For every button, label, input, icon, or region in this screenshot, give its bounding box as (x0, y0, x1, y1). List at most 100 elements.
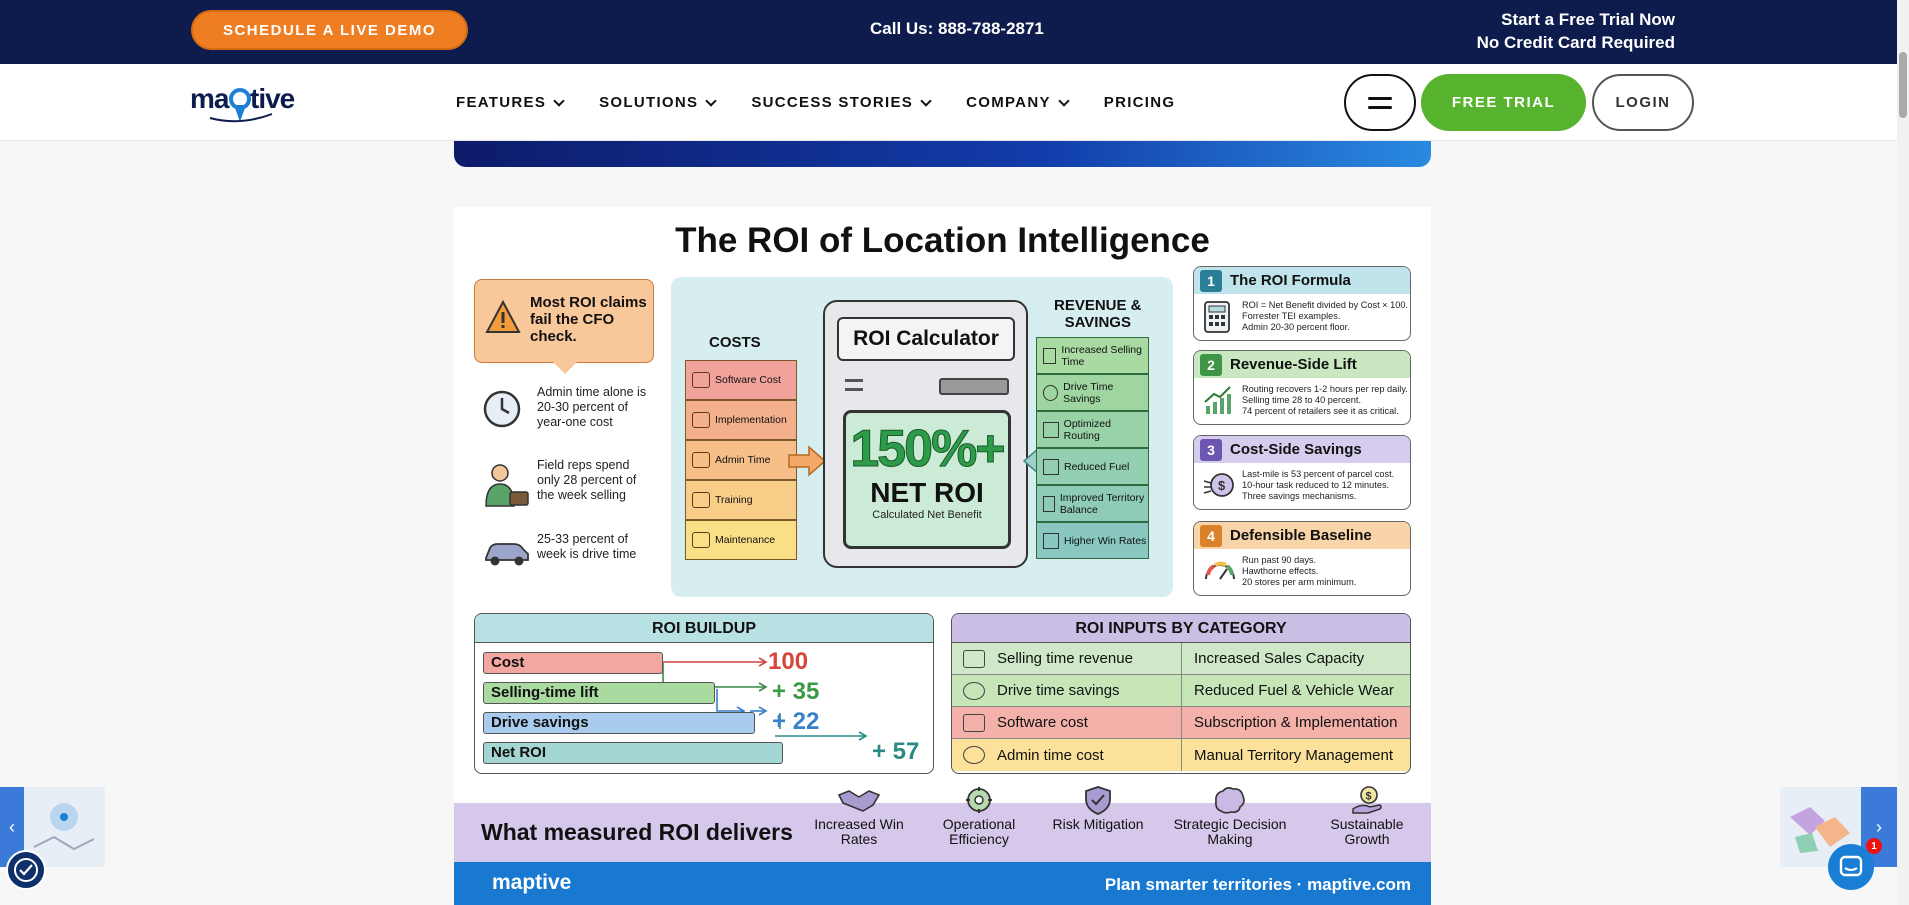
logo-graphic: ma tive (190, 83, 296, 123)
buildup-bar-label: Cost (491, 654, 525, 671)
buildup-bar: Drive savings (483, 712, 755, 734)
nav-pricing-label: PRICING (1103, 94, 1176, 111)
page-scrollbar[interactable] (1897, 0, 1909, 905)
buildup-bar: Selling-time lift (483, 682, 715, 704)
scrollbar-thumb[interactable] (1899, 52, 1907, 118)
cash-icon (963, 649, 985, 668)
cost-block: Implementation (685, 400, 797, 440)
free-trial-promo[interactable]: Start a Free Trial Now No Credit Card Re… (1477, 8, 1675, 54)
gear-arrow-icon (966, 787, 992, 813)
trial-line-1: Start a Free Trial Now (1501, 10, 1675, 29)
card-header: 3 Cost-Side Savings (1194, 436, 1410, 463)
roi-delivers-band: What measured ROI delivers Increased Win… (454, 786, 1431, 862)
fact-text: 25-33 percent of week is drive time (537, 532, 637, 561)
deliver-risk-mitigation: Risk Mitigation (1043, 785, 1153, 832)
roi-formula-card: 1 The ROI Formula ROI = Net Benefit divid… (1193, 266, 1411, 341)
main-nav: ma tive FEATURES SOLUTIONS SUCCESS STORI… (0, 64, 1897, 141)
nav-features-label: FEATURES (456, 94, 547, 111)
card-body: Routing recovers 1-2 hours per rep daily… (1242, 384, 1408, 417)
schedule-demo-button[interactable]: SCHEDULE A LIVE DEMO (191, 10, 468, 50)
sales-rep-icon (485, 464, 529, 507)
inputs-row: Software cost Subscription & Implementati… (952, 707, 1410, 739)
nav-features[interactable]: FEATURES (456, 94, 565, 111)
inputs-left: Software cost (997, 714, 1088, 731)
balance-scale-icon (1043, 495, 1055, 512)
maptive-logo[interactable]: ma tive (190, 82, 300, 134)
stopwatch-icon (692, 452, 710, 468)
trophy-icon (1043, 532, 1059, 549)
calculator-screen: 150%+ NET ROI Calculated Net Benefit (843, 410, 1011, 549)
deliver-efficiency: Operational Efficiency (924, 785, 1034, 847)
net-roi-label: NET ROI (870, 477, 984, 508)
revenue-item-label: Increased Selling Time (1061, 343, 1142, 368)
revenue-item-label: Reduced Fuel (1064, 460, 1130, 473)
cost-label: Implementation (715, 414, 787, 426)
svg-text:$: $ (1366, 791, 1372, 803)
roi-inputs-table: ROI INPUTS BY CATEGORY Selling time reve… (951, 613, 1411, 774)
hamburger-menu-button[interactable] (1344, 74, 1416, 131)
nav-solutions[interactable]: SOLUTIONS (599, 94, 717, 111)
card-header: 4 Defensible Baseline (1194, 522, 1410, 549)
nav-pricing[interactable]: PRICING (1104, 94, 1176, 111)
footer-logo: maptive (492, 871, 572, 894)
revenue-block: Drive Time Savings (1036, 374, 1149, 411)
card-line: Three savings mechanisms. (1242, 491, 1357, 501)
inputs-row: Selling time revenue Increased Sales Capa… (952, 643, 1410, 675)
arrow-right-icon (788, 445, 827, 477)
nav-menu: FEATURES SOLUTIONS SUCCESS STORIES COMPA… (456, 94, 1211, 111)
accessibility-button[interactable] (6, 850, 46, 890)
revenue-stack: Increased Selling Time Drive Time Saving… (1036, 337, 1149, 559)
card-line: Forrester TEI examples. (1242, 311, 1341, 321)
deliver-win-rates: Increased Win Rates (804, 785, 914, 847)
promo-banner-bottom (454, 141, 1431, 167)
trial-line-2: No Credit Card Required (1476, 33, 1675, 52)
revenue-item-label: Drive Time Savings (1063, 380, 1114, 405)
defensible-baseline-card: 4 Defensible Baseline Run past 90 days. Ha… (1193, 521, 1411, 596)
buildup-value: + 22 (772, 708, 820, 735)
free-trial-button[interactable]: FREE TRIAL (1421, 74, 1586, 131)
inputs-right: Reduced Fuel & Vehicle Wear (1194, 682, 1394, 699)
cost-savings-card: 3 Cost-Side Savings $ Last-mile is 53 per… (1193, 435, 1411, 510)
inputs-title: ROI INPUTS BY CATEGORY (952, 614, 1410, 643)
card-title: Revenue-Side Lift (1230, 356, 1357, 373)
cost-label: Maintenance (715, 534, 776, 546)
roi-calculator: ROI Calculator 150%+ NET ROI Calculated … (823, 300, 1028, 568)
card-line: Selling time 28 to 40 percent. (1242, 395, 1361, 405)
speedometer-icon (1043, 384, 1059, 401)
phone-link[interactable]: Call Us: 888-788-2871 (870, 19, 1044, 39)
buildup-bar: Cost (483, 652, 663, 674)
costs-label: COSTS (709, 334, 761, 351)
nav-success-stories[interactable]: SUCCESS STORIES (751, 94, 932, 111)
card-line: ROI = Net Benefit divided by Cost × 100. (1242, 300, 1408, 310)
growth-chart-icon (1204, 386, 1231, 414)
cost-label: Training (715, 494, 753, 506)
hamburger-icon (1368, 96, 1392, 100)
revenue-item-label: Optimized Routing (1063, 417, 1111, 442)
buildup-value: + 35 (772, 678, 820, 705)
login-button[interactable]: LOGIN (1592, 74, 1694, 131)
clock-icon (963, 746, 985, 764)
cost-label: Software Cost (715, 374, 781, 386)
cost-block: Training (685, 480, 797, 520)
code-window-icon (963, 713, 985, 732)
deliver-label: Strategic Decision Making (1173, 816, 1287, 847)
card-number: 4 (1200, 524, 1222, 547)
svg-text:$: $ (1218, 478, 1226, 493)
chevron-down-icon (705, 94, 717, 107)
card-line: 20 stores per arm minimum. (1242, 577, 1357, 587)
inputs-row: Admin time cost Manual Territory Manageme… (952, 739, 1410, 771)
inputs-left: Selling time revenue (997, 650, 1133, 667)
accessibility-icon (14, 858, 38, 882)
piggy-bank-icon (963, 681, 985, 700)
footer-text: Plan smarter territories · maptive.com (1104, 875, 1411, 894)
handshake-icon (837, 790, 881, 812)
deliver-label: Increased Win Rates (814, 816, 904, 847)
revenue-block: Optimized Routing (1036, 411, 1149, 448)
revenue-label-line1: REVENUE & (1054, 297, 1142, 314)
card-body: ROI = Net Benefit divided by Cost × 100.… (1242, 300, 1408, 333)
roi-buildup: ROI BUILDUP Cost Selling-time lift Drive… (474, 613, 934, 774)
infographic-title: The ROI of Location Intelligence (675, 221, 1210, 260)
nav-company[interactable]: COMPANY (966, 94, 1070, 111)
fact-field-reps: Field reps spend only 28 percent of the … (474, 458, 654, 510)
nav-company-label: COMPANY (966, 94, 1051, 111)
